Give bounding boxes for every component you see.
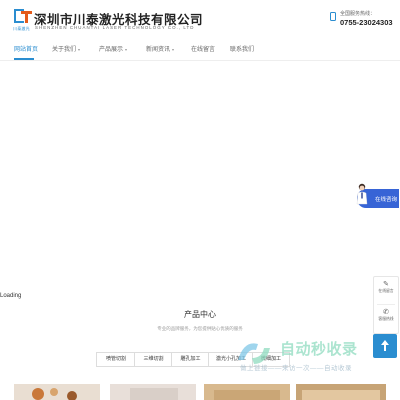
online-consult-label: 在线咨询 [375, 197, 398, 203]
section-subtitle: 专业的品牌服务，为您提供贴心优质的服务 [157, 326, 243, 331]
product-image[interactable] [296, 384, 386, 400]
nav-item-label: 产品展示 [99, 47, 124, 53]
online-consult-button[interactable]: 在线咨询 [356, 183, 399, 208]
product-grid [0, 384, 400, 400]
site-header: 川泰激光 深圳市川泰激光科技有限公司 SHENZHEN CHUANTAI LAS… [0, 0, 400, 38]
nav-item-label: 新闻资讯 [146, 47, 171, 53]
product-image[interactable] [14, 384, 100, 400]
company-name-en: SHENZHEN CHUANTAI LASER TECHNOLOGY CO., … [35, 25, 195, 30]
product-category-tabs: 喷管切割 三维切割 雕孔加工 激光小孔加工 微细加工 [0, 352, 400, 367]
nav-item-about[interactable]: 关于我们 ▾ [52, 44, 80, 53]
nav-item-contact[interactable]: 联系我们 [230, 44, 254, 53]
side-item-label: 在线留言 [378, 289, 394, 293]
main-nav: 网站首页 关于我们 ▾ 产品展示 ▾ 新闻资讯 ▾ 在线留言 联系我们 [0, 38, 400, 61]
hotline-label: 全国服务热线： [340, 11, 376, 17]
tab-category[interactable]: 激光小孔加工 [208, 352, 254, 367]
tab-category[interactable]: 雕孔加工 [171, 352, 210, 367]
loading-text: Loading [0, 293, 22, 299]
product-image[interactable] [110, 384, 196, 400]
tab-category[interactable]: 微细加工 [252, 352, 290, 367]
tab-category[interactable]: 三维切割 [134, 352, 173, 367]
company-logo-icon[interactable] [14, 9, 32, 25]
tab-category[interactable]: 喷管切割 [96, 352, 136, 367]
nav-item-news[interactable]: 新闻资讯 ▾ [146, 44, 174, 53]
chevron-down-icon: ▾ [172, 47, 175, 52]
chat-icon: ✎ [383, 281, 389, 288]
nav-item-message[interactable]: 在线留言 [191, 44, 215, 53]
product-image[interactable] [204, 384, 290, 400]
section-title: 产品中心 [184, 310, 216, 319]
chevron-down-icon: ▾ [78, 47, 81, 52]
arrow-up-stem [384, 345, 386, 351]
hotline-number: 0755-23024303 [340, 18, 393, 27]
nav-item-products[interactable]: 产品展示 ▾ [99, 44, 127, 53]
agent-avatar-icon [356, 183, 368, 205]
nav-item-label: 关于我们 [52, 47, 77, 53]
chevron-down-icon: ▾ [125, 47, 128, 52]
nav-item-home[interactable]: 网站首页 [14, 44, 38, 53]
side-item-message[interactable]: ✎ 在线留言 [374, 277, 398, 294]
nav-active-indicator [14, 58, 34, 60]
phone-icon [330, 12, 336, 21]
logo-subtitle: 川泰激光 [13, 26, 30, 31]
